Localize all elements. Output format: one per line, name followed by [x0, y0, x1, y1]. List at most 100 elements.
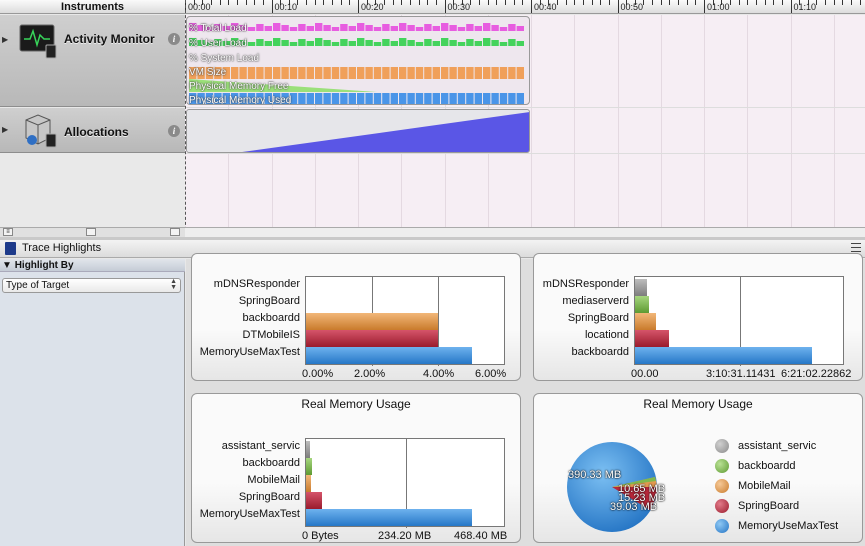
menu-icon[interactable]	[851, 243, 861, 252]
disclosure-triangle-icon[interactable]: ▼	[2, 260, 12, 271]
config-icon[interactable]: ≡	[3, 228, 13, 236]
track-label: VM Size	[189, 67, 227, 78]
track-sample	[432, 93, 440, 104]
track-sample	[432, 67, 440, 79]
allocations-track[interactable]	[186, 109, 530, 153]
ruler-label: 01:10	[793, 2, 817, 12]
bar-backboardd[interactable]	[306, 313, 438, 330]
track-sample	[491, 93, 499, 104]
legend-swatch	[715, 499, 729, 513]
track-sample	[390, 41, 398, 46]
allocations-graph	[242, 112, 529, 152]
bar-mobilemail[interactable]	[306, 475, 311, 492]
category-label: backboardd	[242, 312, 301, 324]
track-sample	[306, 41, 314, 46]
ruler-label: 00:10	[274, 2, 298, 12]
info-icon[interactable]: i	[168, 125, 180, 137]
track-sample	[365, 67, 373, 79]
track-sample	[273, 23, 281, 31]
track-sample	[432, 41, 440, 46]
track-sample	[499, 93, 508, 104]
track-sample	[264, 41, 272, 46]
category-label: MemoryUseMaxTest	[199, 508, 300, 520]
track-sample	[516, 67, 524, 79]
bar-dtmobileis[interactable]	[306, 330, 438, 347]
bar-assistant-servic[interactable]	[306, 441, 310, 458]
ruler-tick	[444, 0, 446, 13]
info-icon[interactable]: i	[168, 33, 180, 45]
axis-tick: 0.00%	[302, 368, 334, 380]
bar-locationd[interactable]	[635, 330, 669, 347]
track-sample	[466, 93, 474, 104]
category-label: mediaserverd	[562, 295, 629, 307]
track-sample	[340, 67, 348, 79]
bar-backboardd[interactable]	[306, 458, 312, 475]
ruler-tick	[435, 0, 437, 5]
ruler-tick	[271, 0, 273, 13]
ruler-tick	[833, 0, 835, 5]
axis-tick: 3:10:31.11431	[706, 368, 776, 380]
bar-springboard[interactable]	[635, 313, 656, 330]
bar-springboard[interactable]	[306, 492, 322, 509]
highlight-by-header[interactable]: ▼ Highlight By	[0, 259, 185, 272]
bar-memoryusemaxtest[interactable]	[306, 347, 472, 364]
disclosure-triangle-icon[interactable]: ▶	[2, 35, 8, 44]
track-sample	[264, 26, 272, 31]
allocations-icon	[25, 114, 57, 148]
track-sample	[466, 24, 474, 31]
legend-label: assistant_servic	[738, 440, 817, 452]
ruler-tick	[738, 0, 740, 5]
track-sample	[449, 93, 457, 104]
track-sample	[289, 27, 298, 31]
timeline-ruler[interactable]: 00:00 00:10 00:20 00:30 00:40 00:50 01:00 01:10	[185, 0, 865, 14]
track-sample	[340, 39, 348, 46]
select-arrows-icon: ▲ ▼	[170, 278, 177, 291]
ruler-tick	[747, 0, 749, 5]
instrument-row-activity-monitor[interactable]: ▶ Activity Monitor i	[0, 15, 185, 107]
trace-document-icon	[5, 242, 16, 255]
bar-mediaserverd[interactable]	[635, 296, 649, 313]
track-sample	[474, 67, 482, 79]
track-sample	[441, 93, 449, 104]
track-sample	[273, 38, 281, 46]
category-label: SpringBoard	[567, 312, 629, 324]
ruler-label: 00:40	[534, 2, 557, 12]
bar-backboardd[interactable]	[635, 347, 812, 364]
track-sample	[357, 23, 365, 31]
ruler-tick	[859, 0, 861, 5]
instrument-row-allocations[interactable]: ▶ Allocations i	[0, 108, 185, 153]
layout-icon[interactable]	[170, 228, 180, 236]
axis-tick: 2.00%	[354, 368, 386, 380]
track-sample	[289, 42, 298, 46]
track-sample	[407, 67, 415, 79]
track-sample	[424, 67, 432, 79]
bar-mdnsresponder[interactable]	[635, 279, 647, 296]
target-type-select[interactable]: Type of Target ▲ ▼	[2, 278, 181, 293]
axis-tick: 00.00	[631, 368, 659, 380]
playhead[interactable]	[185, 0, 186, 240]
track-sample	[231, 67, 239, 79]
track-sample	[483, 23, 491, 31]
track-sample	[457, 67, 466, 79]
track-sample	[340, 93, 348, 104]
ruler-tick	[704, 0, 705, 13]
disclosure-triangle-icon[interactable]: ▶	[2, 125, 8, 134]
track-label: Physical Memory Free	[189, 81, 289, 92]
ruler-tick	[479, 0, 481, 5]
activity-monitor-track[interactable]: % Total Load % User Load % System Load V…	[186, 16, 530, 105]
options-icon[interactable]	[86, 228, 96, 236]
track-sample	[323, 93, 331, 104]
legend-swatch	[715, 459, 729, 473]
track-sample	[382, 39, 390, 46]
track-sample	[281, 40, 289, 46]
category-label: backboardd	[571, 346, 630, 358]
instruments-header: Instruments	[0, 0, 185, 14]
track-sample	[390, 67, 398, 79]
track-sample	[516, 26, 524, 31]
ruler-label: 01:00	[707, 2, 730, 12]
track-sample	[424, 39, 432, 46]
track-sample	[382, 93, 390, 104]
axis-tick: 234.20 MB	[378, 530, 432, 542]
bar-memoryusemaxtest[interactable]	[306, 509, 472, 526]
timeline-scrollbar[interactable]	[185, 227, 865, 237]
